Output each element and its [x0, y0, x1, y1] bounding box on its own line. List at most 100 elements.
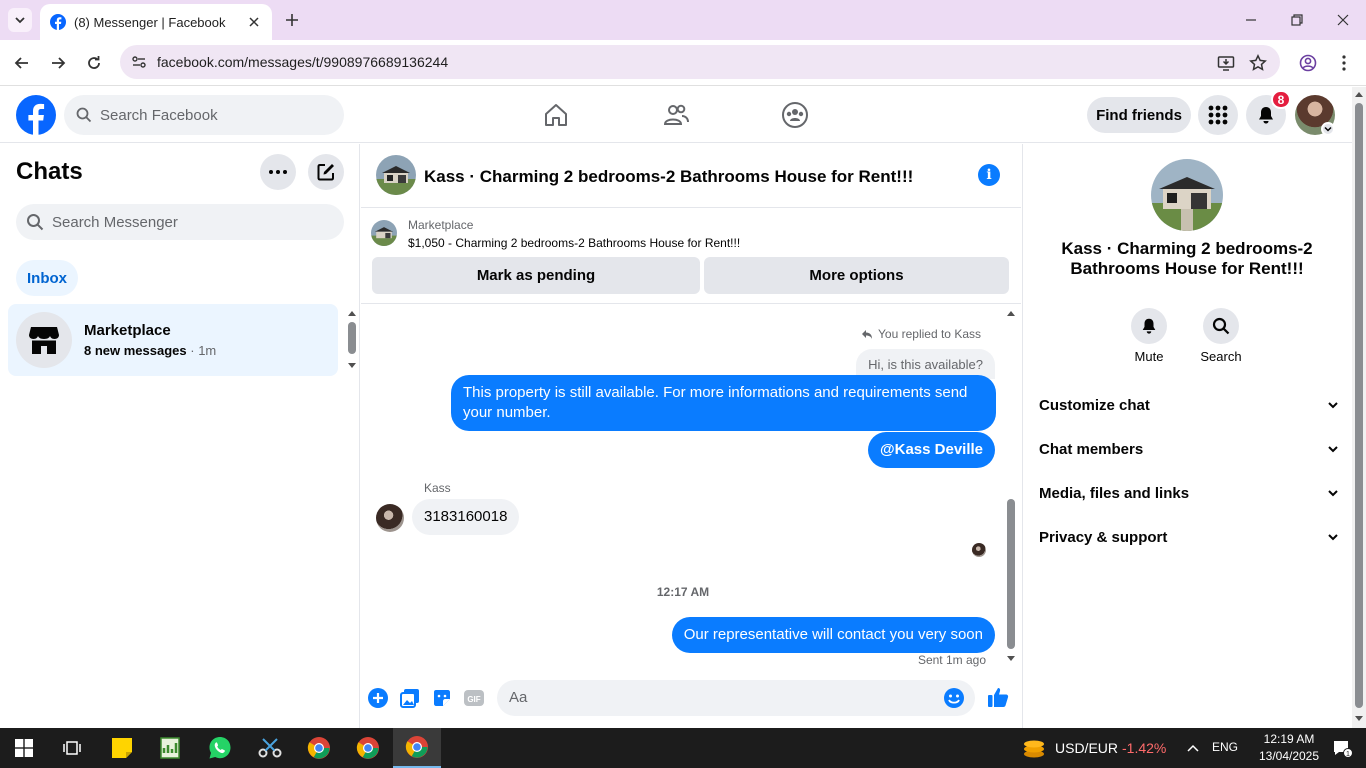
chats-scrollbar-thumb[interactable]: [348, 322, 356, 354]
browser-tab-messenger[interactable]: (8) Messenger | Facebook: [40, 4, 272, 40]
facebook-logo-icon[interactable]: [16, 95, 56, 135]
page-scrollbar[interactable]: [1352, 87, 1366, 728]
mute-action[interactable]: Mute: [1119, 308, 1179, 364]
snipping-tool-app[interactable]: [246, 728, 294, 768]
chat-item-unread: 8 new messages: [84, 343, 187, 358]
tab-search-button[interactable]: [8, 8, 32, 32]
restore-button[interactable]: [1274, 0, 1320, 40]
profile-button[interactable]: [1295, 50, 1321, 76]
arrow-left-icon: [14, 57, 28, 69]
sticky-notes-app[interactable]: [98, 728, 146, 768]
customize-chat-section[interactable]: Customize chat: [1039, 387, 1339, 423]
bookmark-star-icon[interactable]: [1248, 53, 1268, 73]
message-input[interactable]: Aa: [497, 680, 975, 716]
nav-groups[interactable]: [779, 99, 811, 131]
marketplace-label: Marketplace: [408, 218, 474, 232]
compose-icon: [317, 164, 334, 181]
reload-button[interactable]: [81, 50, 107, 76]
show-hidden-icons-button[interactable]: [1170, 728, 1216, 768]
back-button[interactable]: [9, 50, 35, 76]
find-friends-button[interactable]: Find friends: [1087, 97, 1191, 133]
search-action[interactable]: Search: [1191, 308, 1251, 364]
tab-close-icon[interactable]: [246, 14, 262, 30]
section-label: Media, files and links: [1039, 484, 1190, 502]
spreadsheet-app[interactable]: [146, 728, 194, 768]
search-label: Search: [1200, 349, 1242, 364]
chrome-app-active[interactable]: [393, 728, 441, 768]
browser-tab-bar: (8) Messenger | Facebook: [0, 0, 1366, 40]
start-button[interactable]: [0, 728, 48, 768]
house-thumbnail-icon: [371, 220, 397, 246]
message-timestamp: 12:17 AM: [656, 585, 710, 599]
clock-time[interactable]: 12:19 AM: [1254, 732, 1324, 746]
listing-title[interactable]: $1,050 - Charming 2 bedrooms-2 Bathrooms…: [408, 236, 740, 250]
scroll-up-arrow-icon[interactable]: [1006, 309, 1016, 317]
media-files-links-section[interactable]: Media, files and links: [1039, 475, 1339, 511]
notification-badge: 8: [1271, 90, 1291, 109]
nav-friends[interactable]: [660, 99, 692, 131]
conversation-avatar[interactable]: [376, 155, 416, 195]
chats-options-button[interactable]: [260, 154, 296, 190]
like-button[interactable]: [987, 686, 1009, 708]
emoji-icon[interactable]: [943, 687, 965, 709]
bell-icon: [1259, 107, 1273, 124]
windows-taskbar: USD/EUR -1.42% ENG 12:19 AM 13/04/2025 1: [0, 728, 1366, 768]
message-bubble-mention[interactable]: @Kass Deville: [867, 432, 995, 468]
sender-avatar[interactable]: [376, 504, 404, 532]
chrome-app-2[interactable]: [344, 728, 392, 768]
chat-members-section[interactable]: Chat members: [1039, 431, 1339, 467]
chat-item-marketplace[interactable]: Marketplace 8 new messages · 1m: [8, 304, 338, 376]
listing-thumbnail[interactable]: [371, 220, 397, 246]
forward-button[interactable]: [45, 50, 71, 76]
address-bar[interactable]: facebook.com/messages/t/9908976689136244: [120, 45, 1280, 79]
attach-photo-button[interactable]: [399, 687, 421, 709]
search-in-chat-button[interactable]: [1203, 308, 1239, 344]
chrome-app-1[interactable]: [295, 728, 343, 768]
gif-button[interactable]: GIF: [463, 687, 485, 709]
menu-button[interactable]: [1198, 95, 1238, 135]
scroll-down-arrow-icon[interactable]: [1006, 655, 1016, 663]
message-bubble-outgoing[interactable]: This property is still available. For mo…: [451, 375, 996, 431]
more-icon: [269, 170, 287, 174]
task-view-button[interactable]: [48, 728, 96, 768]
scroll-down-arrow-icon[interactable]: [347, 362, 357, 370]
message-bubble-outgoing[interactable]: Our representative will contact you very…: [671, 617, 995, 653]
gif-icon: GIF: [464, 690, 484, 706]
chevron-down-icon: [1328, 446, 1338, 453]
whatsapp-icon: [209, 737, 231, 759]
clock-date[interactable]: 13/04/2025: [1252, 749, 1326, 763]
conversation-info-icon[interactable]: i: [978, 164, 1000, 186]
stocks-widget[interactable]: [1010, 728, 1058, 768]
chats-heading: Chats: [16, 158, 83, 185]
sticker-button[interactable]: [431, 687, 453, 709]
privacy-support-section[interactable]: Privacy & support: [1039, 519, 1339, 555]
install-app-icon[interactable]: [1216, 53, 1236, 73]
minimize-button[interactable]: [1228, 0, 1274, 40]
close-window-button[interactable]: [1320, 0, 1366, 40]
input-language[interactable]: ENG: [1212, 740, 1238, 754]
new-message-button[interactable]: [308, 154, 344, 190]
account-chevron-icon[interactable]: [1321, 122, 1335, 136]
house-thumbnail-icon: [376, 155, 416, 195]
marketplace-shop-icon: [29, 327, 59, 354]
chrome-icon: [405, 736, 428, 758]
details-avatar[interactable]: [1151, 159, 1223, 231]
whatsapp-app[interactable]: [196, 728, 244, 768]
messages-scrollbar-thumb[interactable]: [1007, 499, 1015, 649]
mark-as-pending-button[interactable]: Mark as pending: [372, 257, 700, 294]
message-bubble-incoming[interactable]: 3183160018: [412, 499, 520, 535]
new-tab-button[interactable]: [282, 10, 302, 30]
scroll-up-arrow-icon[interactable]: [347, 309, 357, 317]
mute-button[interactable]: [1131, 308, 1167, 344]
more-options-button[interactable]: More options: [704, 257, 1009, 294]
site-info-icon[interactable]: [130, 53, 148, 71]
more-actions-button[interactable]: [367, 687, 389, 709]
profile-icon: [1299, 54, 1317, 72]
inbox-tab[interactable]: Inbox: [16, 260, 78, 296]
page-scrollbar-thumb[interactable]: [1355, 103, 1363, 708]
browser-menu-button[interactable]: [1331, 50, 1357, 76]
action-center-button[interactable]: 1: [1318, 728, 1366, 768]
messenger-search-input[interactable]: Search Messenger: [16, 204, 344, 240]
facebook-search-input[interactable]: Search Facebook: [64, 95, 344, 135]
nav-home[interactable]: [540, 99, 572, 131]
